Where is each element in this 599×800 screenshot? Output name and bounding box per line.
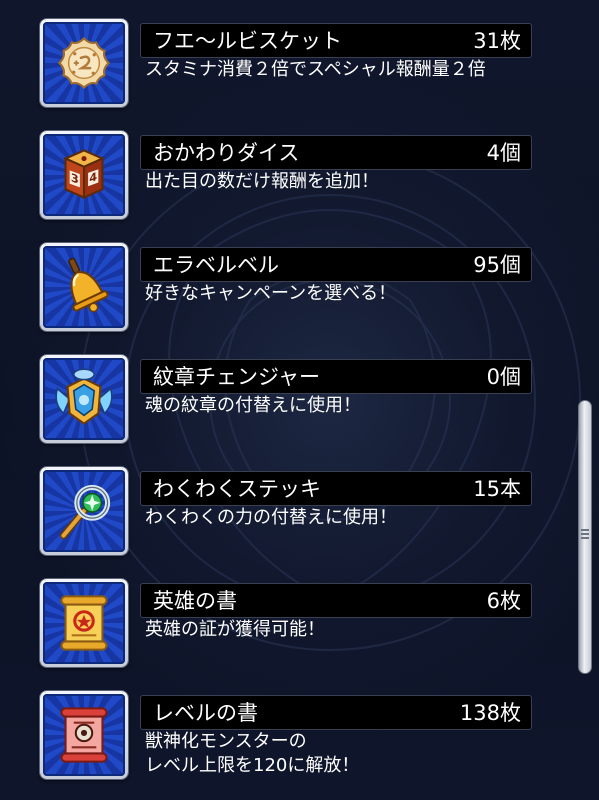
list-item[interactable]: 英雄の書 6枚 英雄の証が獲得可能！	[0, 560, 560, 672]
list-item[interactable]: フエ〜ルビスケット 31枚 スタミナ消費２倍でスペシャル報酬量２倍	[0, 0, 560, 112]
item-name: わくわくステッキ	[153, 477, 321, 501]
list-item[interactable]: 紋章チェンジャー 0個 魂の紋章の付替えに使用！	[0, 336, 560, 448]
item-icon-frame	[40, 691, 128, 779]
item-name-bar: 英雄の書 6枚	[140, 583, 532, 618]
item-name: おかわりダイス	[153, 141, 300, 165]
item-list-screen: フエ〜ルビスケット 31枚 スタミナ消費２倍でスペシャル報酬量２倍 3 4 おか…	[0, 0, 599, 800]
list-item[interactable]: エラベルベル 95個 好きなキャンペーンを選べる！	[0, 224, 560, 336]
item-count: 15本	[473, 477, 521, 501]
svg-text:4: 4	[89, 169, 97, 185]
item-count: 31枚	[473, 29, 521, 53]
item-name: 英雄の書	[153, 589, 237, 613]
emblem-changer-icon	[55, 368, 113, 425]
item-count: 0個	[486, 365, 521, 389]
item-count: 95個	[473, 253, 521, 277]
svg-text:3: 3	[71, 170, 79, 186]
item-count: 4個	[486, 141, 521, 165]
wand-icon	[59, 484, 111, 540]
scrollbar-thumb[interactable]	[578, 400, 592, 674]
item-list: フエ〜ルビスケット 31枚 スタミナ消費２倍でスペシャル報酬量２倍 3 4 おか…	[0, 0, 560, 800]
item-name: レベルの書	[153, 701, 258, 725]
item-description: スタミナ消費２倍でスペシャル報酬量２倍	[145, 59, 486, 80]
item-description: 英雄の証が獲得可能！	[145, 619, 325, 640]
item-name: フエ〜ルビスケット	[153, 29, 342, 53]
item-name-bar: フエ〜ルビスケット 31枚	[140, 23, 532, 58]
scroll-yellow-icon	[60, 595, 108, 651]
item-description: 好きなキャンペーンを選べる！	[145, 283, 397, 304]
item-name-bar: エラベルベル 95個	[140, 247, 532, 282]
bell-icon	[68, 257, 109, 313]
list-item[interactable]: わくわくステッキ 15本 わくわくの力の付替えに使用！	[0, 448, 560, 560]
item-icon-frame	[40, 467, 128, 555]
item-icon-frame	[40, 355, 128, 443]
item-description: 魂の紋章の付替えに使用！	[145, 395, 361, 416]
item-name-bar: 紋章チェンジャー 0個	[140, 359, 532, 394]
item-name-bar: レベルの書 138枚	[140, 695, 532, 730]
dice-icon: 3 4	[63, 149, 105, 200]
item-description: わくわくの力の付替えに使用！	[145, 507, 397, 528]
item-icon-frame: 3 4	[40, 131, 128, 219]
item-description: 獣神化モンスターの レベル上限を120に解放！	[145, 731, 360, 776]
list-item[interactable]: レベルの書 138枚 獣神化モンスターの レベル上限を120に解放！	[0, 672, 560, 784]
item-description: 出た目の数だけ報酬を追加！	[145, 171, 379, 192]
scroll-red-icon	[60, 707, 108, 763]
biscuit-icon	[57, 36, 111, 90]
item-icon-frame	[40, 579, 128, 667]
item-icon-frame	[40, 243, 128, 331]
item-name: 紋章チェンジャー	[153, 365, 320, 389]
list-item[interactable]: 3 4 おかわりダイス 4個 出た目の数だけ報酬を追加！	[0, 112, 560, 224]
item-name-bar: わくわくステッキ 15本	[140, 471, 532, 506]
item-count: 138枚	[459, 701, 521, 725]
item-icon-frame	[40, 19, 128, 107]
grip-icon	[581, 527, 589, 543]
item-name-bar: おかわりダイス 4個	[140, 135, 532, 170]
item-count: 6枚	[486, 589, 521, 613]
item-name: エラベルベル	[153, 253, 279, 277]
